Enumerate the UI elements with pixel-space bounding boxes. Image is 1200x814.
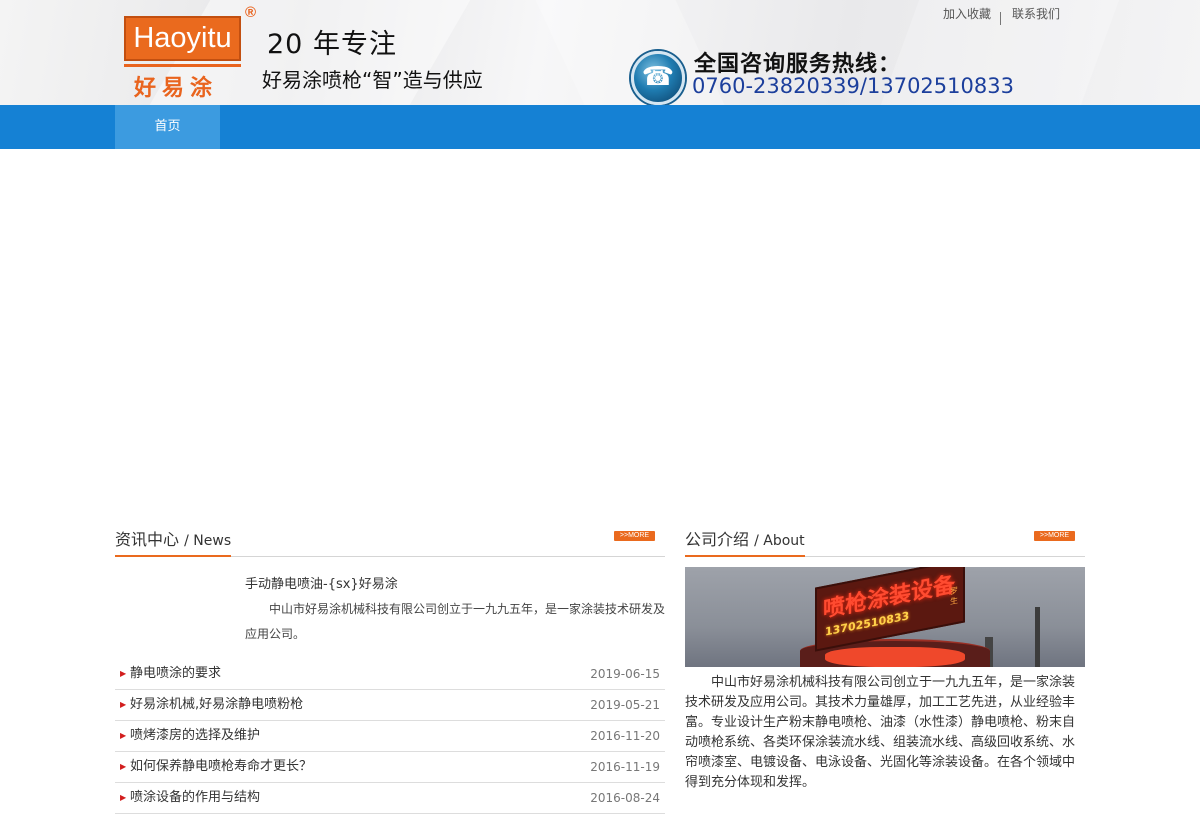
news-item-title[interactable]: 好易涂机械,好易涂静电喷粉枪	[130, 690, 303, 720]
news-item-date: 2019-05-21	[590, 698, 660, 712]
news-list-item[interactable]: ▶ 静电喷涂的要求 2019-06-15	[115, 659, 665, 690]
news-list-item[interactable]: ▶ 如何保养静电喷枪寿命才更长？ 2016-11-19	[115, 752, 665, 783]
news-more-button[interactable]: >>MORE	[614, 531, 655, 541]
news-title: 资讯中心 / News	[115, 526, 232, 557]
news-section: 资讯中心 / News >>MORE 手动静电喷油-{sx}好易涂 中山市好易涂…	[115, 520, 665, 814]
bullet-icon: ▶	[120, 793, 127, 802]
slogan-years: 20 年专注	[267, 29, 397, 60]
logo-brand-cn: 好易涂	[134, 75, 219, 101]
news-item-date: 2016-11-20	[590, 729, 660, 743]
featured-news: 手动静电喷油-{sx}好易涂 中山市好易涂机械科技有限公司创立于一九九五年，是一…	[115, 557, 665, 657]
news-item-date: 2016-08-24	[590, 791, 660, 805]
news-title-cn: 资讯中心	[115, 530, 180, 549]
news-header: 资讯中心 / News >>MORE	[115, 520, 665, 557]
site-header: Haoyitu ® 好易涂 20 年专注 好易涂喷枪“智”造与供应 ☎ 全国咨询…	[0, 0, 1200, 105]
news-item-title[interactable]: 喷涂设备的作用与结构	[130, 783, 260, 813]
hotline-numbers: 0760-23820339/13702510833	[692, 74, 1014, 98]
about-title: 公司介绍 / About	[685, 526, 805, 557]
bullet-icon: ▶	[120, 700, 127, 709]
add-favorite-link[interactable]: 加入收藏	[943, 5, 991, 22]
news-item-date: 2016-11-19	[590, 760, 660, 774]
logo-divider	[124, 64, 241, 67]
banner-area	[0, 149, 1200, 521]
bullet-icon: ▶	[120, 762, 127, 771]
about-title-en: / About	[754, 533, 805, 549]
logo-registered-mark: ®	[245, 4, 257, 21]
about-description: 中山市好易涂机械科技有限公司创立于一九九五年，是一家涂装技术研发及应用公司。其技…	[685, 675, 1076, 790]
about-header: 公司介绍 / About >>MORE	[685, 520, 1085, 557]
company-photo[interactable]: 喷枪涂装设备 13702510833 罗生	[685, 567, 1085, 667]
news-item-title[interactable]: 静电喷涂的要求	[130, 659, 221, 689]
about-more-button[interactable]: >>MORE	[1034, 531, 1075, 541]
featured-news-thumbnail[interactable]	[115, 570, 233, 650]
sign-side: 罗生	[950, 585, 958, 607]
news-item-title[interactable]: 喷烤漆房的选择及维护	[130, 721, 260, 751]
featured-news-summary: 中山市好易涂机械科技有限公司创立于一九九五年，是一家涂装技术研发及应用公司。	[245, 602, 666, 641]
photo-glow	[825, 647, 965, 667]
bullet-icon: ▶	[120, 731, 127, 740]
contact-us-link[interactable]: 联系我们	[1012, 5, 1060, 22]
news-list-item[interactable]: ▶ 喷涂设备的作用与结构 2016-08-24	[115, 783, 665, 814]
featured-news-title[interactable]: 手动静电喷油-{sx}好易涂	[245, 573, 398, 592]
phone-icon: ☎	[631, 51, 685, 105]
bullet-icon: ▶	[120, 669, 127, 678]
news-list-item[interactable]: ▶ 好易涂机械,好易涂静电喷粉枪 2019-05-21	[115, 690, 665, 721]
logo-brand-en: Haoyitu	[124, 16, 241, 61]
news-title-en: / News	[184, 533, 232, 549]
news-item-title[interactable]: 如何保养静电喷枪寿命才更长？	[130, 752, 312, 782]
about-section: 公司介绍 / About >>MORE 喷枪涂装设备 13702510833 罗…	[685, 520, 1085, 793]
photo-chimney	[1035, 607, 1040, 667]
main-nav: 首页	[0, 105, 1200, 149]
news-list-item[interactable]: ▶ 喷烤漆房的选择及维护 2016-11-20	[115, 721, 665, 752]
top-links-divider	[1000, 12, 1001, 25]
slogan-tagline: 好易涂喷枪“智”造与供应	[262, 68, 483, 92]
news-list: ▶ 静电喷涂的要求 2019-06-15 ▶ 好易涂机械,好易涂静电喷粉枪 20…	[115, 659, 665, 814]
about-title-cn: 公司介绍	[685, 530, 750, 549]
site-logo[interactable]: Haoyitu ® 好易涂	[124, 4, 260, 102]
news-item-date: 2019-06-15	[590, 667, 660, 681]
nav-item-home[interactable]: 首页	[115, 105, 220, 149]
